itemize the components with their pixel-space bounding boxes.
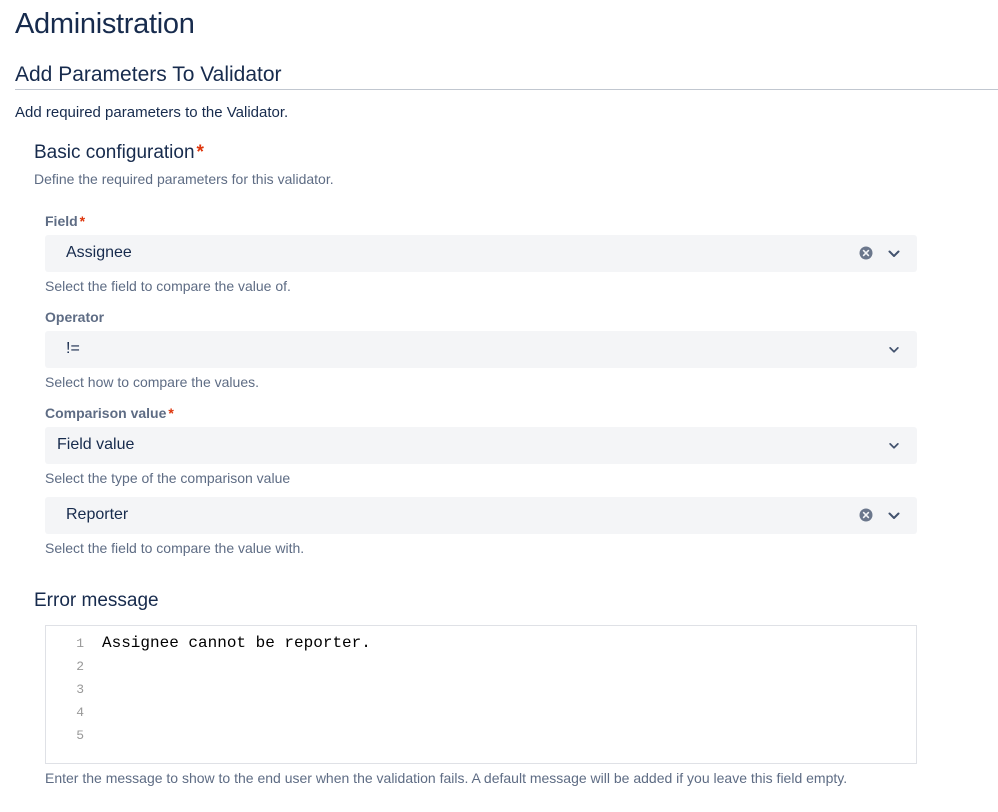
chevron-down-icon[interactable] xyxy=(888,440,900,452)
section-title: Add Parameters To Validator xyxy=(15,63,282,86)
required-marker: * xyxy=(79,213,86,229)
required-marker: * xyxy=(196,142,204,163)
required-marker: * xyxy=(168,405,174,421)
line-number: 4 xyxy=(76,705,84,720)
error-message-editor[interactable]: 1 2 3 4 5 Assignee cannot be reporter. xyxy=(45,625,917,764)
operator-label: Operator xyxy=(45,309,105,325)
field-select[interactable]: Assignee xyxy=(45,235,917,272)
chevron-down-icon[interactable] xyxy=(888,344,900,356)
clear-icon[interactable] xyxy=(859,508,873,522)
comparison-type-helper-text: Select the type of the comparison value xyxy=(45,470,291,486)
line-number: 2 xyxy=(76,659,84,674)
comparison-field-value: Reporter xyxy=(66,506,129,523)
line-number: 1 xyxy=(76,636,84,651)
comparison-field-select[interactable]: Reporter xyxy=(45,497,917,534)
clear-icon[interactable] xyxy=(859,246,873,260)
basic-configuration-heading: Basic configuration * xyxy=(34,142,204,164)
chevron-down-icon[interactable] xyxy=(887,509,901,523)
line-number: 5 xyxy=(76,728,84,743)
comparison-type-select[interactable]: Field value xyxy=(45,427,917,464)
comparison-value-label: Comparison value * xyxy=(45,405,174,421)
field-helper-text: Select the field to compare the value of… xyxy=(45,278,291,294)
field-label-text: Field xyxy=(45,213,78,229)
chevron-down-icon[interactable] xyxy=(887,247,901,261)
error-message-helper-text: Enter the message to show to the end use… xyxy=(45,770,848,786)
comparison-type-value: Field value xyxy=(57,436,135,453)
operator-helper-text: Select how to compare the values. xyxy=(45,374,260,390)
editor-line[interactable]: Assignee cannot be reporter. xyxy=(102,634,371,652)
section-divider xyxy=(15,89,998,90)
field-label: Field * xyxy=(45,213,85,229)
field-select-value: Assignee xyxy=(66,244,132,261)
basic-configuration-title: Basic configuration xyxy=(34,142,195,163)
error-message-heading: Error message xyxy=(34,590,159,611)
operator-select-value: != xyxy=(66,340,80,357)
operator-select[interactable]: != xyxy=(45,331,917,368)
basic-configuration-description: Define the required parameters for this … xyxy=(34,171,334,187)
page-title: Administration xyxy=(15,8,195,40)
comparison-field-helper-text: Select the field to compare the value wi… xyxy=(45,540,305,556)
comparison-value-label-text: Comparison value xyxy=(45,405,167,421)
line-number: 3 xyxy=(76,682,84,697)
section-description: Add required parameters to the Validator… xyxy=(15,104,289,121)
